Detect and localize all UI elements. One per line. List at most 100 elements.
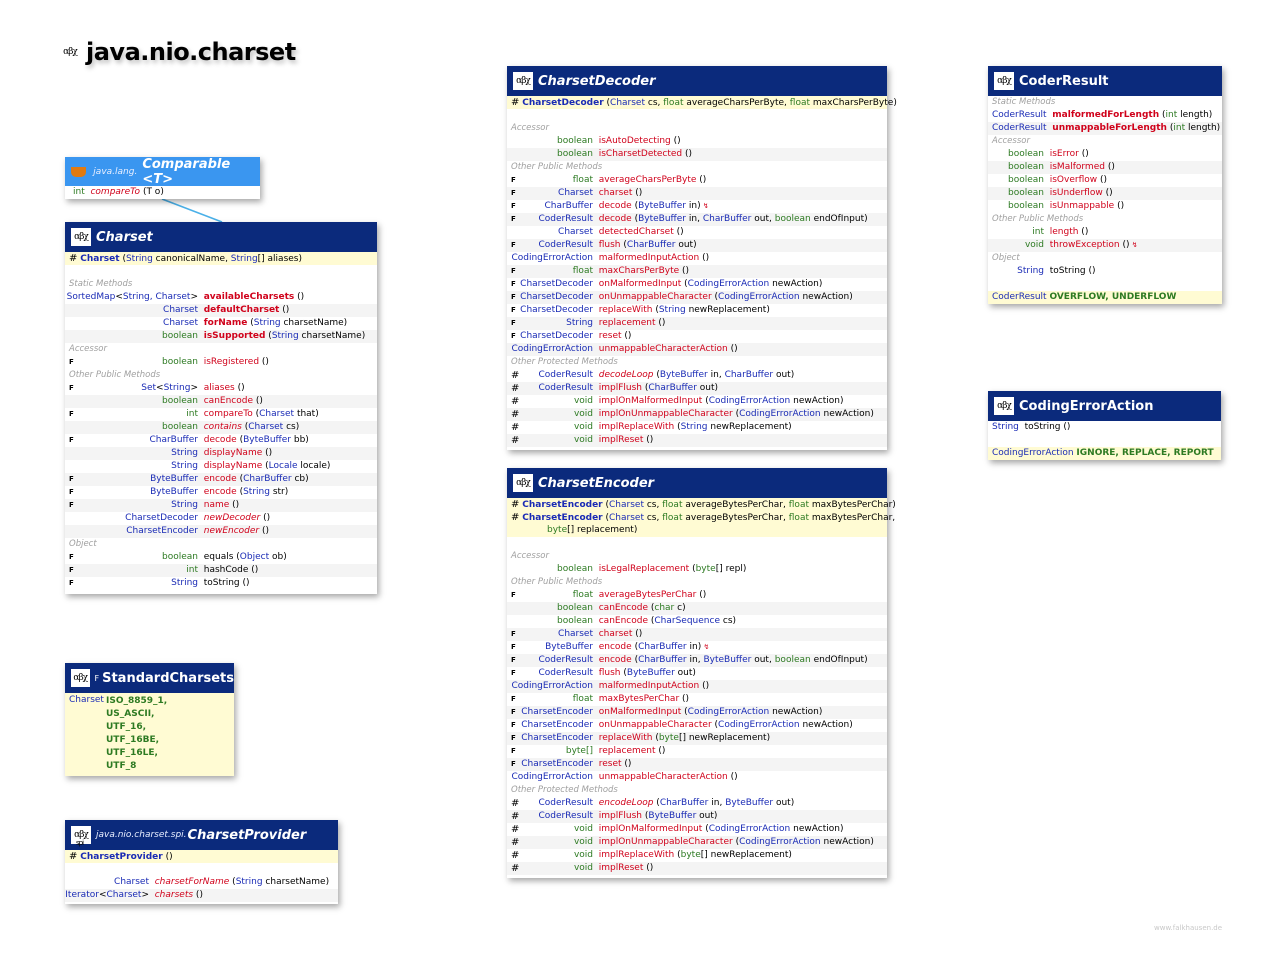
- method-row[interactable]: CodingErrorAction malformedInputAction (…: [507, 680, 887, 693]
- method-row[interactable]: F Set<String> aliases (): [65, 382, 377, 395]
- charset-provider-class-box[interactable]: αβχ spi java.nio.charset.spi. CharsetProvi…: [65, 820, 338, 904]
- method-name: decode: [203, 435, 237, 445]
- charset-decoder-header: αβχ CharsetDecoder: [507, 66, 887, 96]
- method-row[interactable]: Ffloat averageCharsPerByte (): [507, 174, 887, 187]
- method-row[interactable]: F ByteBuffer encode (String str): [65, 486, 377, 499]
- method-row[interactable]: Fbyte[] replacement (): [507, 745, 887, 758]
- method-row[interactable]: F CharsetDecoder reset (): [507, 330, 887, 343]
- method-row[interactable]: SortedMap<String, Charset> availableChar…: [65, 291, 377, 304]
- method-row[interactable]: # void implOnUnmappableCharacter (CodingE…: [507, 836, 887, 849]
- protected-mark: #: [511, 422, 520, 433]
- method-row[interactable]: F Charset charset (): [507, 187, 887, 200]
- method-row[interactable]: # void implReset (): [507, 862, 887, 875]
- method-row[interactable]: int compareTo (T o): [65, 186, 260, 199]
- method-row[interactable]: F CoderResult decode (ByteBuffer in, Char…: [507, 213, 887, 226]
- constructor-row[interactable]: # CharsetEncoder (Charset cs, float aver…: [507, 511, 895, 524]
- constructor-row[interactable]: # CharsetEncoder (Charset cs, float aver…: [507, 498, 896, 511]
- method-row[interactable]: boolean isSupported (String charsetName): [65, 330, 377, 343]
- method-row[interactable]: F CharsetDecoder onMalformedInput (Coding…: [507, 278, 887, 291]
- method-row[interactable]: F ByteBuffer encode (CharBuffer in) ↯: [507, 641, 887, 654]
- standard-charsets-class-box[interactable]: αβχ F StandardCharsets Charset ISO_8859_…: [65, 663, 234, 776]
- method-row[interactable]: F CharsetDecoder onUnmappableCharacter (C…: [507, 291, 887, 304]
- method-row[interactable]: F ByteBuffer encode (CharBuffer cb): [65, 473, 377, 486]
- class-icon: αβχ: [994, 397, 1014, 415]
- method-row[interactable]: Charset charsetForName (String charsetNa…: [65, 876, 338, 889]
- comparable-interface-box[interactable]: java.lang. Comparable <T> int compareTo (…: [65, 157, 260, 199]
- method-params: (): [624, 759, 632, 769]
- method-row[interactable]: Charset detectedCharset (): [507, 226, 887, 239]
- method-row[interactable]: # void implReplaceWith (byte[] newReplace…: [507, 849, 887, 862]
- method-row[interactable]: Charset defaultCharset (): [65, 304, 377, 317]
- method-row[interactable]: F CharsetEncoder onUnmappableCharacter (C…: [507, 719, 887, 732]
- method-row[interactable]: Fboolean isRegistered (): [65, 356, 377, 369]
- method-row[interactable]: # void implReplaceWith (String newReplace…: [507, 421, 887, 434]
- method-row[interactable]: String toString (): [988, 421, 1221, 434]
- method-row[interactable]: CoderResult malformedForLength (int leng…: [988, 109, 1222, 122]
- return-type: String: [171, 500, 198, 510]
- method-row[interactable]: F CharBuffer decode (ByteBuffer bb): [65, 434, 377, 447]
- method-row[interactable]: Ffloat maxBytesPerChar (): [507, 693, 887, 706]
- method-row[interactable]: F CoderResult encode (CharBuffer in, Byte…: [507, 654, 887, 667]
- method-row[interactable]: boolean isAutoDetecting (): [507, 135, 887, 148]
- charset-decoder-class-box[interactable]: αβχ CharsetDecoder # CharsetDecoder (Cha…: [507, 66, 897, 450]
- constructor-row[interactable]: # CharsetDecoder (Charset cs, float aver…: [507, 96, 897, 109]
- charset-encoder-class-box[interactable]: αβχ CharsetEncoder # CharsetEncoder (Cha…: [507, 468, 896, 878]
- method-row[interactable]: boolean isLegalReplacement (byte[] repl): [507, 563, 887, 576]
- method-row[interactable]: F CharsetDecoder replaceWith (String newR…: [507, 304, 887, 317]
- method-row[interactable]: F CoderResult flush (CharBuffer out): [507, 239, 887, 252]
- method-row[interactable]: boolean canEncode (char c): [507, 602, 887, 615]
- method-row[interactable]: F String name (): [65, 499, 377, 512]
- method-row[interactable]: boolean canEncode (): [65, 395, 377, 408]
- charset-class-box[interactable]: αβχ Charset # Charset (String canonicalN…: [65, 222, 377, 594]
- method-params: (ByteBuffer out): [644, 811, 718, 821]
- method-row[interactable]: F CharsetEncoder reset (): [507, 758, 887, 771]
- method-row[interactable]: F CharBuffer decode (ByteBuffer in) ↯: [507, 200, 887, 213]
- method-row[interactable]: F CharsetEncoder replaceWith (byte[] newR…: [507, 732, 887, 745]
- method-row[interactable]: Charset forName (String charsetName): [65, 317, 377, 330]
- method-row[interactable]: boolean contains (Charset cs): [65, 421, 377, 434]
- method-row[interactable]: void throwException () ↯: [988, 239, 1222, 252]
- method-row[interactable]: F String replacement (): [507, 317, 887, 330]
- method-row[interactable]: # void implOnMalformedInput (CodingErrorA…: [507, 823, 887, 836]
- method-row[interactable]: Fint compareTo (Charset that): [65, 408, 377, 421]
- method-row[interactable]: Ffloat averageBytesPerChar (): [507, 589, 887, 602]
- method-row[interactable]: # CoderResult encodeLoop (CharBuffer in, …: [507, 797, 887, 810]
- coder-result-class-box[interactable]: αβχ CoderResult Static Methods CoderResu…: [988, 66, 1222, 304]
- method-row[interactable]: String toString (): [988, 265, 1222, 278]
- method-row[interactable]: F CoderResult flush (ByteBuffer out): [507, 667, 887, 680]
- method-row[interactable]: # void implOnMalformedInput (CodingErrorA…: [507, 395, 887, 408]
- method-row[interactable]: Ffloat maxCharsPerByte (): [507, 265, 887, 278]
- final-mark: F: [511, 695, 516, 703]
- method-row[interactable]: int length (): [988, 226, 1222, 239]
- method-row[interactable]: CodingErrorAction unmappableCharacterAct…: [507, 343, 887, 356]
- method-row[interactable]: Fint hashCode (): [65, 564, 377, 577]
- method-row[interactable]: F Charset charset (): [507, 628, 887, 641]
- method-row[interactable]: CoderResult unmappableForLength (int len…: [988, 122, 1222, 135]
- method-row[interactable]: boolean canEncode (CharSequence cs): [507, 615, 887, 628]
- method-row[interactable]: F CharsetEncoder onMalformedInput (Coding…: [507, 706, 887, 719]
- method-row[interactable]: # CoderResult decodeLoop (ByteBuffer in, …: [507, 369, 887, 382]
- method-row[interactable]: boolean isCharsetDetected (): [507, 148, 887, 161]
- method-row[interactable]: CharsetDecoder newDecoder (): [65, 512, 377, 525]
- method-row[interactable]: # void implOnUnmappableCharacter (CodingE…: [507, 408, 887, 421]
- method-row[interactable]: boolean isMalformed (): [988, 161, 1222, 174]
- method-row[interactable]: boolean isOverflow (): [988, 174, 1222, 187]
- method-row[interactable]: CodingErrorAction unmappableCharacterAct…: [507, 771, 887, 784]
- method-row[interactable]: Iterator<Charset> charsets (): [65, 889, 338, 902]
- method-row[interactable]: # void implReset (): [507, 434, 887, 447]
- method-row[interactable]: # CoderResult implFlush (ByteBuffer out): [507, 810, 887, 823]
- method-row[interactable]: String displayName (): [65, 447, 377, 460]
- return-type: CharsetDecoder: [520, 305, 593, 315]
- method-row[interactable]: String displayName (Locale locale): [65, 460, 377, 473]
- method-row[interactable]: Fboolean equals (Object ob): [65, 551, 377, 564]
- method-row[interactable]: boolean isUnderflow (): [988, 187, 1222, 200]
- method-row[interactable]: # CoderResult implFlush (CharBuffer out): [507, 382, 887, 395]
- constructor-row[interactable]: # CharsetProvider (): [65, 850, 338, 863]
- method-row[interactable]: F String toString (): [65, 577, 377, 590]
- method-row[interactable]: CodingErrorAction malformedInputAction (…: [507, 252, 887, 265]
- method-row[interactable]: boolean isUnmappable (): [988, 200, 1222, 213]
- coding-error-action-class-box[interactable]: αβχ CodingErrorAction String toString ()…: [988, 391, 1221, 460]
- method-row[interactable]: CharsetEncoder newEncoder (): [65, 525, 377, 538]
- method-row[interactable]: boolean isError (): [988, 148, 1222, 161]
- constructor-row[interactable]: # Charset (String canonicalName, String[…: [65, 252, 377, 265]
